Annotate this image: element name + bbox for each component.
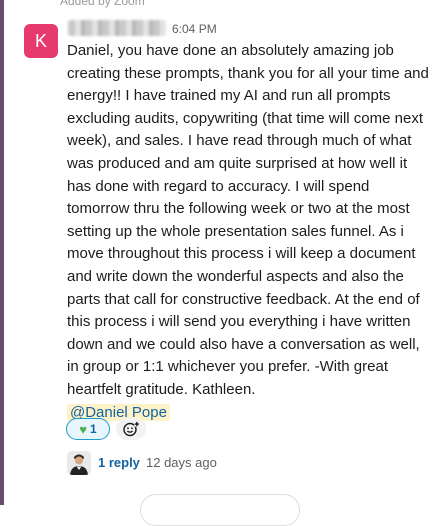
replier-avatar[interactable] <box>67 451 91 475</box>
reaction-green-heart[interactable]: ♥ 1 <box>66 418 110 440</box>
add-emoji-icon <box>123 421 140 437</box>
new-messages-pill[interactable] <box>140 494 300 526</box>
message-body: Daniel, you have done an absolutely amaz… <box>67 40 432 424</box>
reaction-count: 1 <box>90 422 97 436</box>
message-timestamp[interactable]: 6:04 PM <box>172 22 217 36</box>
green-heart-icon: ♥ <box>79 421 88 437</box>
sender-name-redacted[interactable] <box>68 20 166 36</box>
thread-last-reply-age: 12 days ago <box>146 455 217 470</box>
add-reaction-button[interactable] <box>116 418 146 440</box>
previous-message-fragment: Added by Zoom <box>60 0 145 8</box>
thread-reply-link[interactable]: 1 reply <box>98 455 140 470</box>
sender-avatar[interactable]: K <box>24 24 58 58</box>
channel-sidebar-edge <box>0 0 4 505</box>
person-avatar-icon <box>67 451 91 475</box>
message-text: Daniel, you have done an absolutely amaz… <box>67 42 429 398</box>
